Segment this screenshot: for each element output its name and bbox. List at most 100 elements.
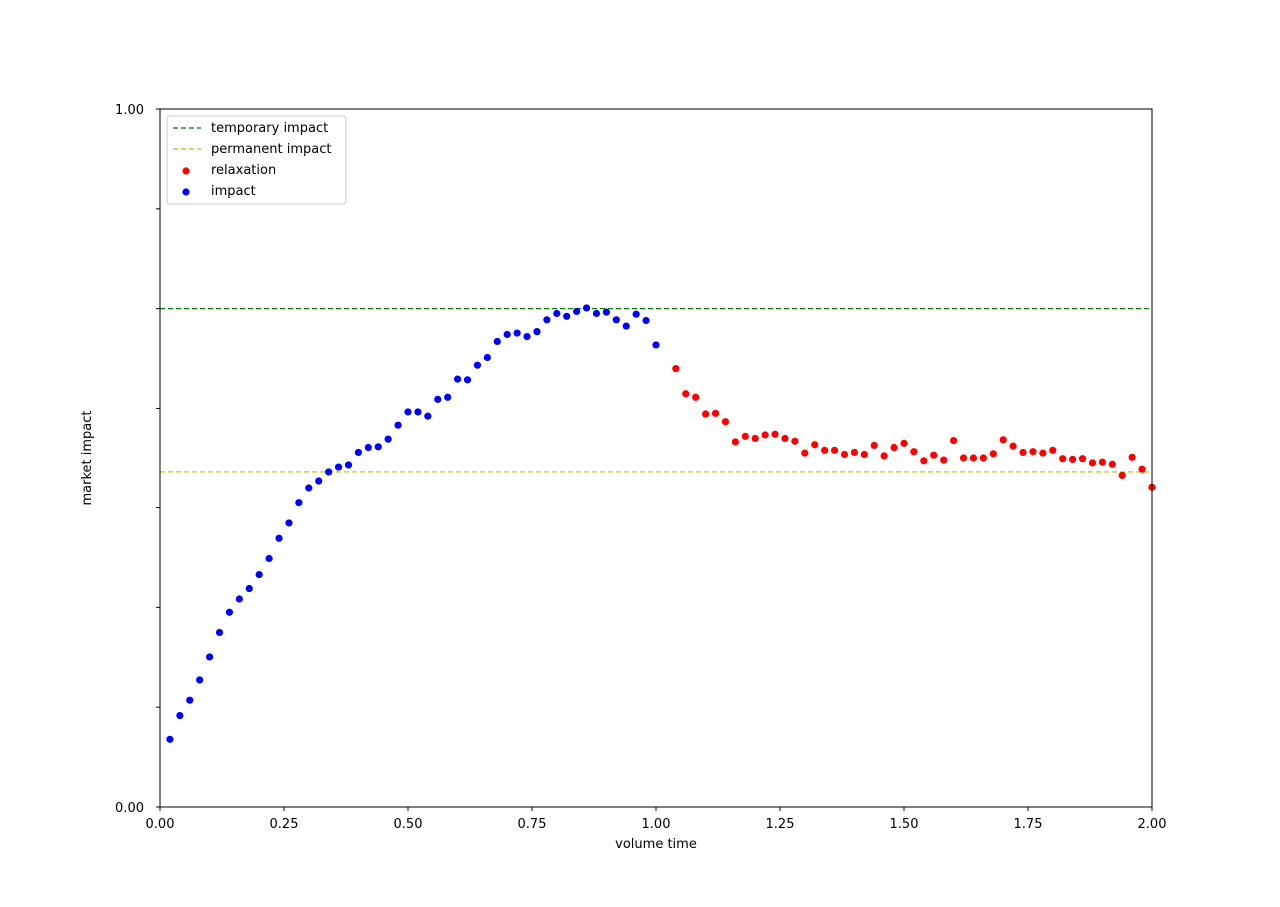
point-impact — [325, 468, 333, 476]
legend: temporary impact permanent impact relaxa… — [166, 115, 347, 205]
legend-swatch-relaxation — [182, 167, 190, 175]
point-relaxation — [979, 454, 987, 462]
point-relaxation — [781, 434, 789, 443]
point-impact — [176, 711, 184, 720]
point-relaxation — [1039, 449, 1047, 457]
y-tick-label: 1.00 — [115, 103, 144, 118]
point-relaxation — [910, 448, 918, 456]
point-impact — [315, 477, 323, 485]
point-impact — [344, 461, 353, 469]
point-impact — [245, 584, 253, 593]
legend-label-impact: impact — [211, 184, 256, 199]
point-impact — [473, 361, 482, 369]
point-relaxation — [989, 450, 997, 458]
legend-label-temporary-impact: temporary impact — [211, 121, 328, 136]
point-impact — [394, 421, 402, 429]
point-relaxation — [1009, 442, 1017, 450]
x-tick-label: 2.00 — [1138, 817, 1167, 832]
point-relaxation — [751, 434, 759, 443]
legend-label-permanent-impact: permanent impact — [211, 142, 331, 157]
point-relaxation — [959, 454, 968, 462]
point-impact — [424, 412, 432, 420]
point-impact — [612, 316, 620, 324]
point-impact — [523, 332, 531, 341]
point-impact — [295, 499, 303, 507]
point-impact — [652, 341, 660, 349]
point-relaxation — [930, 451, 938, 459]
point-impact — [196, 676, 204, 684]
legend-label-relaxation: relaxation — [211, 163, 276, 178]
point-relaxation — [702, 410, 710, 418]
point-relaxation — [1118, 471, 1126, 480]
point-relaxation — [1069, 455, 1077, 463]
point-relaxation — [1088, 459, 1097, 467]
plot-background — [160, 109, 1152, 807]
point-impact — [285, 519, 293, 527]
point-impact — [305, 484, 313, 492]
point-relaxation — [870, 441, 878, 450]
x-tick-label: 1.00 — [642, 817, 671, 832]
x-tick-label: 0.25 — [270, 817, 299, 832]
point-relaxation — [1029, 448, 1037, 456]
point-impact — [166, 735, 174, 743]
point-impact — [255, 570, 263, 579]
point-impact — [404, 408, 412, 416]
point-relaxation — [1019, 448, 1027, 457]
x-tick-label: 0.75 — [518, 817, 547, 832]
point-impact — [414, 408, 422, 416]
point-impact — [543, 316, 551, 324]
y-tick-label: 0.00 — [115, 801, 144, 816]
point-impact — [563, 312, 571, 320]
point-relaxation — [721, 418, 730, 426]
y-axis-ticks: 0.00 1.00 — [115, 103, 160, 816]
x-tick-label: 0.00 — [146, 817, 175, 832]
point-impact — [265, 554, 273, 563]
point-impact — [384, 435, 392, 443]
point-relaxation — [1098, 458, 1106, 466]
point-impact — [215, 628, 224, 637]
point-impact — [483, 353, 491, 362]
point-impact — [642, 316, 650, 325]
point-relaxation — [830, 446, 839, 454]
x-tick-label: 1.75 — [1014, 817, 1043, 832]
point-impact — [513, 329, 521, 337]
legend-swatch-impact — [182, 188, 190, 196]
point-relaxation — [761, 431, 769, 439]
point-impact — [632, 310, 640, 318]
y-axis-title: market impact — [80, 410, 95, 505]
point-relaxation — [880, 452, 888, 460]
point-impact — [533, 328, 541, 336]
point-relaxation — [672, 365, 680, 373]
point-impact — [582, 304, 591, 312]
point-relaxation — [1078, 455, 1087, 463]
point-impact — [225, 608, 234, 616]
point-impact — [206, 653, 214, 661]
point-relaxation — [1108, 460, 1116, 468]
point-impact — [434, 395, 442, 403]
point-impact — [444, 393, 452, 401]
point-relaxation — [1138, 465, 1146, 473]
point-relaxation — [811, 441, 819, 449]
x-axis-title: volume time — [615, 837, 697, 852]
point-impact — [503, 330, 511, 339]
point-impact — [235, 595, 243, 603]
point-relaxation — [711, 409, 720, 417]
point-impact — [454, 375, 462, 383]
point-relaxation — [821, 446, 829, 454]
x-tick-label: 0.50 — [394, 817, 423, 832]
point-relaxation — [950, 436, 958, 445]
chart: 0.00 0.25 0.50 0.75 1.00 1.25 1.50 1.75 2.00 0.0… — [80, 103, 1167, 852]
point-relaxation — [682, 390, 690, 398]
point-relaxation — [900, 439, 908, 447]
point-relaxation — [999, 436, 1007, 444]
point-impact — [275, 534, 283, 542]
point-relaxation — [741, 432, 749, 440]
point-relaxation — [890, 443, 898, 452]
point-impact — [354, 448, 362, 457]
point-relaxation — [791, 437, 799, 445]
point-relaxation — [1049, 446, 1057, 454]
point-impact — [186, 696, 194, 704]
point-relaxation — [860, 450, 868, 459]
point-impact — [364, 443, 372, 452]
x-axis-ticks: 0.00 0.25 0.50 0.75 1.00 1.25 1.50 1.75 2.00 — [146, 807, 1167, 832]
